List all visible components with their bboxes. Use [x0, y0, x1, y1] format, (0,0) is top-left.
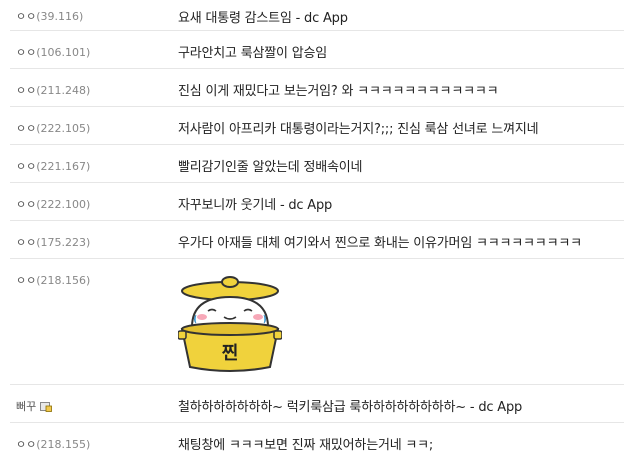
comment-list: ㅇㅇ(39.116) 요새 대통령 감스트임 - dc App ㅇㅇ(106.1…: [10, 0, 624, 460]
comment-author[interactable]: ㅇㅇ(175.223): [16, 234, 90, 250]
author-ip: (211.248): [36, 84, 91, 97]
author-nick[interactable]: ㅇㅇ: [16, 10, 36, 23]
comment-author[interactable]: ㅇㅇ(221.167): [16, 158, 90, 174]
author-nick[interactable]: ㅇㅇ: [16, 84, 36, 97]
comment-row: ㅇㅇ(175.223) 우가다 아재들 대체 여기와서 찐으로 화내는 이유가머…: [10, 221, 624, 259]
author-ip: (175.223): [36, 236, 91, 249]
comment-row: ㅇㅇ(218.155) 채팅창에 ㅋㅋㅋ보면 진짜 재밌어하는거네 ㅋㅋ;: [10, 423, 624, 460]
comment-author[interactable]: ㅇㅇ(222.100): [16, 196, 90, 212]
author-nick[interactable]: ㅇㅇ: [16, 46, 36, 59]
comment-author[interactable]: ㅇㅇ(211.248): [16, 82, 90, 98]
comment-text: 빨리감기인줄 알았는데 정배속이네: [178, 160, 363, 175]
author-ip: (218.155): [36, 438, 91, 451]
author-nick[interactable]: ㅇㅇ: [16, 122, 36, 135]
sticker-label: 찐: [222, 343, 239, 364]
author-ip: (222.100): [36, 198, 91, 211]
author-ip: (218.156): [36, 274, 91, 287]
author-nick[interactable]: ㅇㅇ: [16, 236, 36, 249]
comment-text: 우가다 아재들 대체 여기와서 찐으로 화내는 이유가머임 ㅋㅋㅋㅋㅋㅋㅋㅋㅋ: [178, 236, 582, 251]
comment-author[interactable]: ㅇㅇ(218.155): [16, 436, 90, 452]
comment-text: 진심 이게 재밌다고 보는거임? 와 ㅋㅋㅋㅋㅋㅋㅋㅋㅋㅋㅋㅋ: [178, 84, 499, 99]
comment-row: ㅇㅇ(211.248) 진심 이게 재밌다고 보는거임? 와 ㅋㅋㅋㅋㅋㅋㅋㅋㅋ…: [10, 69, 624, 107]
comment-text: 자꾸보니까 웃기네 - dc App: [178, 198, 333, 213]
comment-author[interactable]: ㅇㅇ(106.101): [16, 44, 90, 60]
author-ip: (39.116): [36, 10, 84, 23]
comment-row: ㅇㅇ(106.101) 구라안치고 룩삼짤이 압승임: [10, 31, 624, 69]
comment-author[interactable]: ㅇㅇ(218.156): [16, 272, 90, 288]
fixed-nick-lock-icon: [40, 402, 53, 412]
author-nick[interactable]: ㅇㅇ: [16, 160, 36, 173]
comment-row: ㅇㅇ(222.100) 자꾸보니까 웃기네 - dc App: [10, 183, 624, 221]
comment-text: 철하하하하하하하~ 럭키룩삼급 룩하하하하하하하하~ - dc App: [178, 400, 523, 415]
author-nick[interactable]: ㅇㅇ: [16, 198, 36, 211]
dumpling-sticker: 찐: [178, 276, 282, 372]
author-ip: (222.105): [36, 122, 91, 135]
comment-text: 구라안치고 룩삼짤이 압승임: [178, 46, 327, 61]
comment-row: 뻐꾸 철하하하하하하하~ 럭키룩삼급 룩하하하하하하하하~ - dc App: [10, 385, 624, 423]
author-nick[interactable]: 뻐꾸: [16, 400, 36, 413]
comment-row: ㅇㅇ(221.167) 빨리감기인줄 알았는데 정배속이네: [10, 145, 624, 183]
comment-text: 저사람이 아프리카 대통령이라는거지?;;; 진심 룩삼 선녀로 느껴지네: [178, 122, 539, 137]
comment-author[interactable]: ㅇㅇ(39.116): [16, 8, 83, 24]
comment-author[interactable]: ㅇㅇ(222.105): [16, 120, 90, 136]
author-nick[interactable]: ㅇㅇ: [16, 274, 36, 287]
comment-text: 요새 대통령 감스트임 - dc App: [178, 11, 348, 26]
comment-row: ㅇㅇ(218.156) 찐: [10, 259, 624, 385]
comment-text: 채팅창에 ㅋㅋㅋ보면 진짜 재밌어하는거네 ㅋㅋ;: [178, 438, 434, 453]
comment-author[interactable]: 뻐꾸: [16, 398, 53, 414]
comment-row: ㅇㅇ(222.105) 저사람이 아프리카 대통령이라는거지?;;; 진심 룩삼…: [10, 107, 624, 145]
comment-row: ㅇㅇ(39.116) 요새 대통령 감스트임 - dc App: [10, 0, 624, 31]
author-ip: (106.101): [36, 46, 91, 59]
author-ip: (221.167): [36, 160, 91, 173]
author-nick[interactable]: ㅇㅇ: [16, 438, 36, 451]
